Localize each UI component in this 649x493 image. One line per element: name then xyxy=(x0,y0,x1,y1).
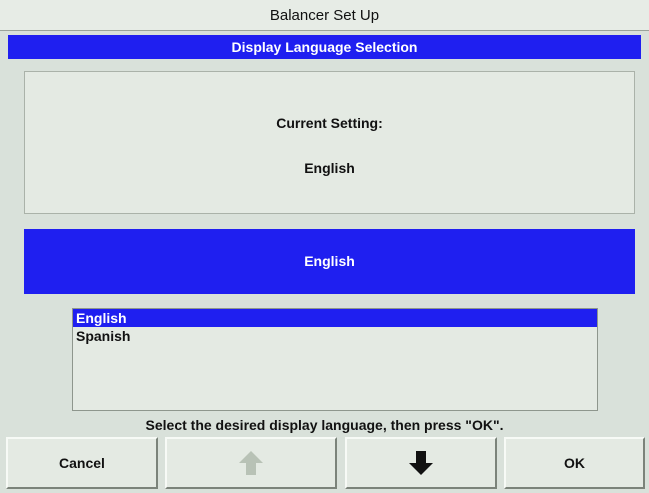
arrow-down-icon xyxy=(409,451,433,475)
scroll-up-button[interactable] xyxy=(165,437,337,489)
current-setting-value: English xyxy=(304,160,355,176)
current-setting-label: Current Setting: xyxy=(276,115,383,131)
button-bar: Cancel OK xyxy=(0,437,649,493)
cancel-button[interactable]: Cancel xyxy=(6,437,158,489)
language-listbox[interactable]: English Spanish xyxy=(72,308,598,411)
selected-language-display: English xyxy=(24,229,635,294)
instruction-text: Select the desired display language, the… xyxy=(145,417,504,433)
ok-button-label: OK xyxy=(564,455,585,471)
list-item-spanish[interactable]: Spanish xyxy=(73,327,597,345)
ok-button[interactable]: OK xyxy=(504,437,645,489)
window-title: Balancer Set Up xyxy=(0,0,649,31)
current-setting-panel: Current Setting: English xyxy=(24,71,635,214)
scroll-down-button[interactable] xyxy=(345,437,497,489)
arrow-up-icon xyxy=(239,451,263,475)
screen-subtitle: Display Language Selection xyxy=(8,35,641,59)
cancel-button-label: Cancel xyxy=(59,455,105,471)
list-item-english[interactable]: English xyxy=(73,309,597,327)
